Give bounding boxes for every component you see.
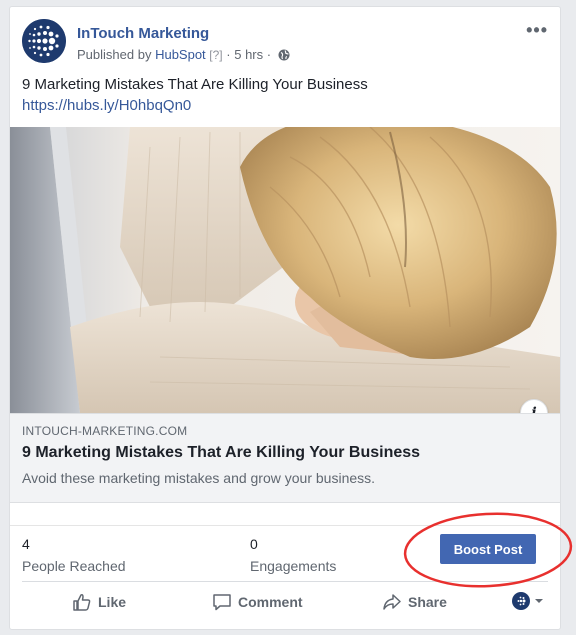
- link-preview[interactable]: INTOUCH-MARKETING.COM 9 Marketing Mistak…: [10, 413, 560, 503]
- comment-icon: [213, 594, 231, 611]
- link-description: Avoid these marketing mistakes and grow …: [22, 470, 376, 486]
- people-reached-stat[interactable]: 4 People Reached: [22, 536, 126, 574]
- meta-separator-2: ·: [266, 47, 272, 62]
- help-marker[interactable]: [?]: [209, 48, 222, 62]
- publisher-link[interactable]: HubSpot: [155, 47, 206, 62]
- post-text: 9 Marketing Mistakes That Are Killing Yo…: [22, 76, 368, 93]
- comment-button[interactable]: Comment: [212, 590, 303, 614]
- post-header: InTouch Marketing Published by HubSpot […: [22, 19, 548, 63]
- share-button[interactable]: Share: [382, 590, 447, 614]
- thumbs-up-icon: [73, 594, 91, 611]
- page-avatar[interactable]: [22, 19, 66, 63]
- link-domain: INTOUCH-MARKETING.COM: [22, 424, 188, 438]
- post-actions: Like Comment Share: [22, 581, 548, 621]
- post-meta: Published by HubSpot [?] · 5 hrs ·: [77, 47, 290, 64]
- people-reached-label: People Reached: [22, 558, 126, 574]
- engagements-label: Engagements: [250, 558, 337, 574]
- comment-label: Comment: [238, 594, 303, 610]
- globe-icon[interactable]: [278, 49, 290, 64]
- share-label: Share: [408, 594, 447, 610]
- like-button[interactable]: Like: [72, 590, 126, 614]
- page-selector[interactable]: [511, 592, 544, 615]
- people-reached-count: 4: [22, 536, 30, 552]
- chevron-down-icon: [535, 599, 543, 603]
- like-label: Like: [98, 594, 127, 610]
- engagements-count: 0: [250, 536, 258, 552]
- boost-post-button[interactable]: Boost Post: [440, 534, 536, 564]
- post-url-link[interactable]: https://hubs.ly/H0hbqQn0: [22, 96, 191, 116]
- more-options-icon[interactable]: •••: [526, 21, 548, 39]
- link-preview-image[interactable]: [10, 127, 560, 413]
- published-by-label: Published by: [77, 47, 152, 62]
- engagements-stat[interactable]: 0 Engagements: [250, 536, 336, 574]
- meta-separator: ·: [226, 47, 231, 62]
- page-name-link[interactable]: InTouch Marketing: [77, 25, 209, 42]
- page-avatar-small-icon: [511, 592, 530, 610]
- post-time[interactable]: 5 hrs: [234, 47, 263, 62]
- share-icon: [383, 594, 401, 610]
- link-title[interactable]: 9 Marketing Mistakes That Are Killing Yo…: [22, 444, 420, 462]
